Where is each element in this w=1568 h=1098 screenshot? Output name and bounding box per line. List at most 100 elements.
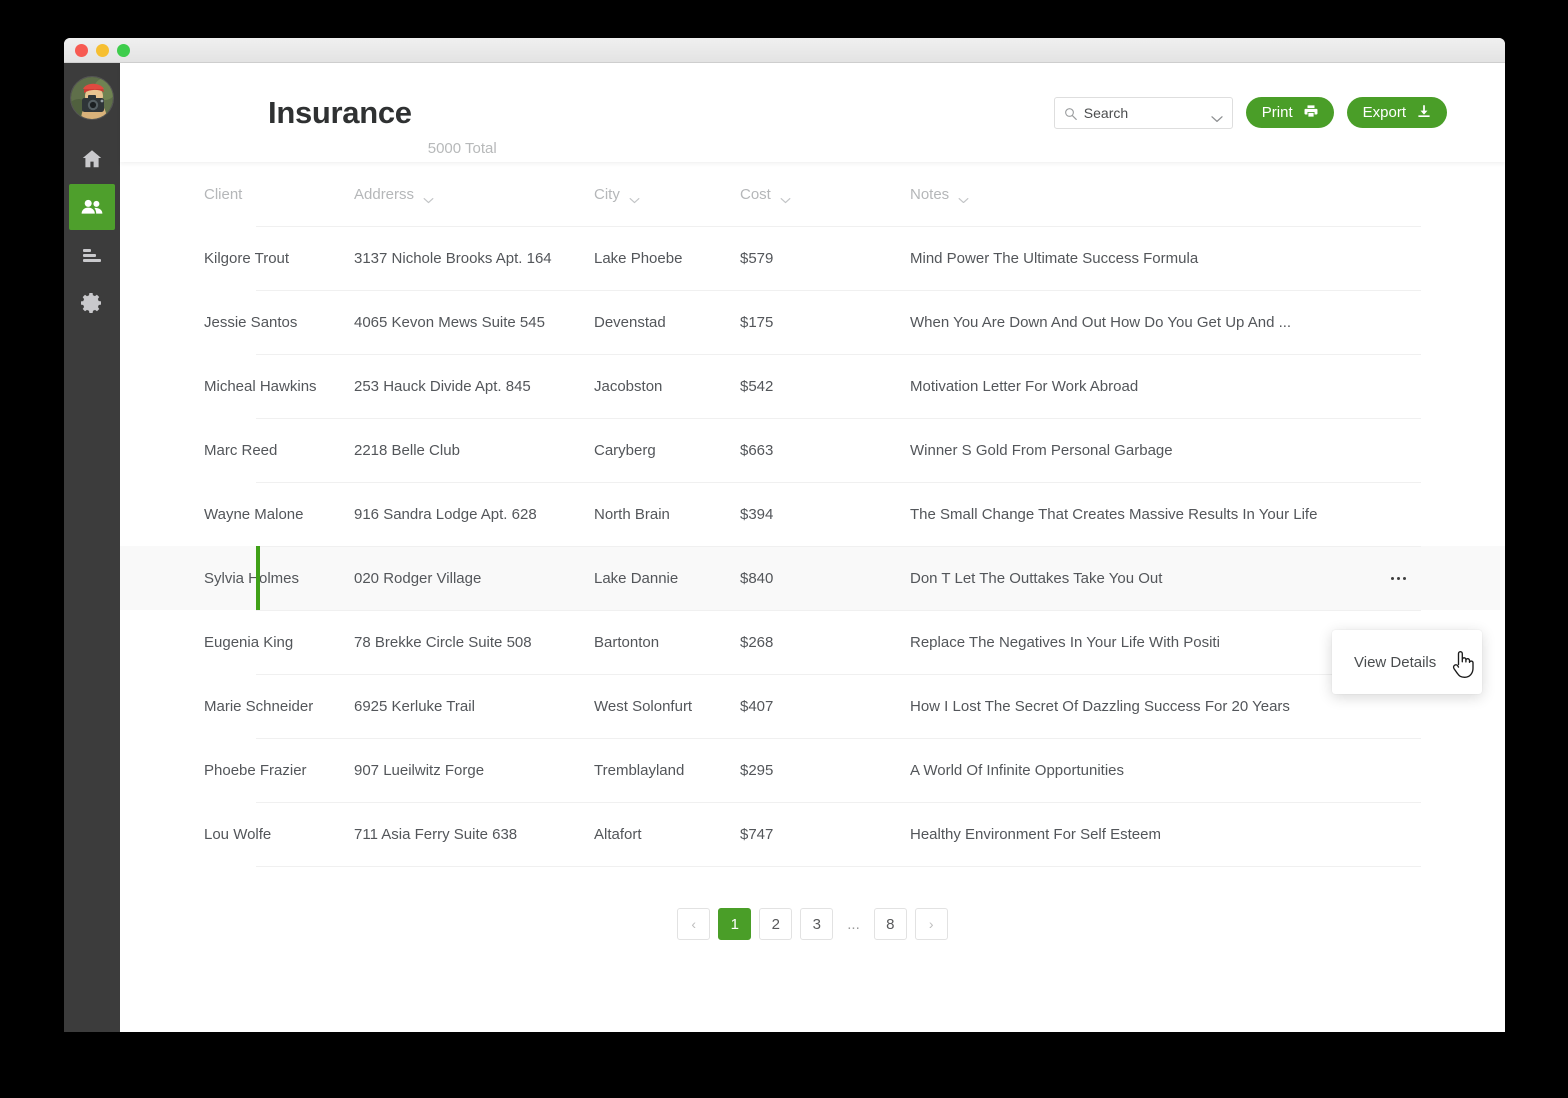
cell-notes: Don T Let The Outtakes Take You Out [910,569,1163,587]
main-content: Insurance 5000 Total Search Print Export… [120,63,1505,1032]
minimize-button[interactable] [96,43,109,57]
cell-city: Lake Phoebe [594,249,683,267]
pagination-page-1[interactable]: 1 [718,908,752,940]
printer-icon [1304,104,1318,122]
table-row[interactable]: Phoebe Frazier 907 Lueilwitz Forge Trembla… [120,738,1505,802]
table-row[interactable]: Lou Wolfe 711 Asia Ferry Suite 638 Altafor… [120,802,1505,866]
cell-cost: $175 [740,313,774,331]
cell-address: 020 Rodger Village [354,569,482,587]
sidebar-item-clients[interactable] [69,184,115,230]
table-body: Kilgore Trout 3137 Nichole Brooks Apt. 16… [120,226,1505,866]
sidebar-item-reports[interactable] [69,232,115,278]
cell-cost: $747 [740,825,774,843]
cell-notes: Healthy Environment For Self Esteem [910,825,1161,843]
table-bottom-divider [256,866,1421,867]
gear-icon [80,291,104,315]
chevron-down-icon[interactable] [958,191,969,203]
cell-cost: $840 [740,569,774,587]
cell-address: 6925 Kerluke Trail [354,697,475,715]
cell-client: Sylvia Holmes [204,569,300,587]
cell-cost: $394 [740,505,774,523]
table-row[interactable]: Marie Schneider 6925 Kerluke Trail West So… [120,674,1505,738]
pagination-ellipsis: ... [847,915,860,933]
cell-city: North Brain [594,505,670,523]
cell-notes: How I Lost The Secret Of Dazzling Succes… [910,697,1290,715]
table-row[interactable]: Sylvia Holmes 020 Rodger Village Lake Dann… [120,546,1505,610]
app-window: Insurance 5000 Total Search Print Export… [64,38,1505,1032]
cell-notes: A World Of Infinite Opportunities [910,761,1124,779]
sidebar-item-settings[interactable] [69,280,115,326]
table-row[interactable]: Jessie Santos 4065 Kevon Mews Suite 545 De… [120,290,1505,354]
column-header-label: Cost [740,185,771,203]
cell-city: Lake Dannie [594,569,679,587]
cell-city: Caryberg [594,441,656,459]
cell-address: 78 Brekke Circle Suite 508 [354,633,532,651]
cell-city: Tremblayland [594,761,685,779]
chevron-down-icon[interactable] [780,191,791,203]
table-row[interactable]: Eugenia King 78 Brekke Circle Suite 508 Ba… [120,610,1505,674]
menu-item-view-details[interactable]: View Details [1332,654,1436,671]
row-selected-indicator [256,546,260,610]
cell-notes: Winner S Gold From Personal Garbage [910,441,1173,459]
column-header-notes[interactable]: Notes [910,186,1505,203]
cell-address: 711 Asia Ferry Suite 638 [354,825,518,843]
cell-city: Altafort [594,825,642,843]
page-title: Insurance [268,94,412,130]
cell-cost: $579 [740,249,774,267]
pagination-prev[interactable]: ‹ [677,908,711,940]
cell-city: Devenstad [594,313,666,331]
chevron-down-icon[interactable] [1211,110,1223,122]
cell-notes: Mind Power The Ultimate Success Formula [910,249,1199,267]
cell-cost: $407 [740,697,774,715]
cell-client: Marc Reed [204,441,278,459]
column-header-cost[interactable]: Cost [740,186,910,203]
search-box[interactable] [1053,96,1233,129]
chevron-down-icon[interactable] [423,191,434,203]
cell-client: Jessie Santos [204,313,298,331]
cell-city: West Solonfurt [594,697,693,715]
export-button[interactable]: Export [1346,97,1447,128]
more-horizontal-icon[interactable] [1387,569,1409,587]
cell-client: Kilgore Trout [204,249,290,267]
table-row[interactable]: Kilgore Trout 3137 Nichole Brooks Apt. 16… [120,226,1505,290]
search-icon [1064,107,1078,121]
bars-icon [80,243,104,267]
table-row[interactable]: Wayne Malone 916 Sandra Lodge Apt. 628 Nor… [120,482,1505,546]
print-button[interactable]: Print [1245,97,1334,128]
table-header-row: Client Addrerss City Cost Notes [120,162,1505,226]
cell-client: Phoebe Frazier [204,761,307,779]
cell-notes: When You Are Down And Out How Do You Get… [910,313,1292,331]
mouse-cursor-pointer [1450,648,1476,680]
cell-cost: $295 [740,761,774,779]
cell-client: Marie Schneider [204,697,314,715]
table-row[interactable]: Micheal Hawkins 253 Hauck Divide Apt. 845… [120,354,1505,418]
home-icon [80,147,104,171]
avatar[interactable] [70,76,114,120]
pagination-page-3[interactable]: 3 [800,908,834,940]
close-button[interactable] [75,43,88,57]
search-input[interactable] [1054,97,1232,128]
column-header-address[interactable]: Addrerss [354,186,594,203]
column-header-client[interactable]: Client [204,186,354,203]
cell-city: Jacobston [594,377,663,395]
sidebar [64,63,120,1032]
pagination-next[interactable]: › [914,908,948,940]
column-header-label: Client [204,185,243,203]
cell-address: 2218 Belle Club [354,441,460,459]
header-actions: Print Export [1053,96,1447,129]
window-titlebar [64,38,1505,63]
chevron-down-icon[interactable] [629,191,640,203]
cell-client: Micheal Hawkins [204,377,317,395]
people-icon [80,195,104,219]
column-header-label: City [594,185,620,203]
sidebar-item-home[interactable] [69,136,115,182]
cell-address: 907 Lueilwitz Forge [354,761,485,779]
table-row[interactable]: Marc Reed 2218 Belle Club Caryberg $663 Winn… [120,418,1505,482]
cell-cost: $268 [740,633,774,651]
cell-cost: $663 [740,441,774,459]
zoom-button[interactable] [117,43,130,57]
page-header: Insurance 5000 Total Search Print Export [120,63,1505,162]
pagination-page-8[interactable]: 8 [873,908,907,940]
pagination-page-2[interactable]: 2 [759,908,793,940]
column-header-city[interactable]: City [594,186,740,203]
